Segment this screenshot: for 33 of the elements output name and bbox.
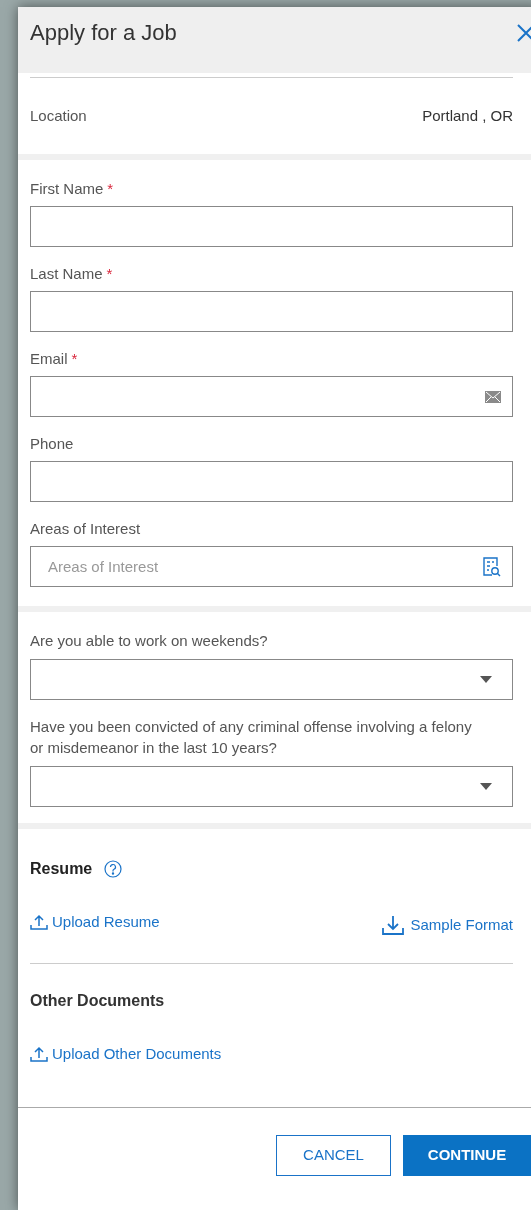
section-title: Resume [30, 859, 93, 879]
help-icon[interactable] [104, 860, 123, 878]
download-icon [382, 915, 405, 936]
section-title: Other Documents [30, 990, 166, 1011]
field-label: Email * [30, 350, 79, 368]
location-label: Location [30, 105, 87, 126]
dropdown[interactable] [30, 659, 513, 700]
dropdown[interactable] [30, 766, 513, 807]
location-value: Portland , OR [422, 105, 513, 126]
field-label: First Name * [30, 180, 115, 198]
dialog-title: Apply for a Job [30, 19, 177, 47]
upload-icon [30, 914, 48, 931]
list-search-icon [483, 556, 501, 577]
dropdown-caret-icon [480, 676, 492, 683]
upload-documents-link[interactable]: Upload Other Documents [30, 1042, 222, 1065]
question-label: Have you been convicted of any criminal offense involving a felony or misdemeanor in the last 10 years? [30, 717, 473, 758]
close-icon[interactable] [515, 22, 531, 44]
dropdown-caret-icon [480, 783, 492, 790]
input-field[interactable] [30, 291, 513, 332]
input-field[interactable] [30, 376, 513, 417]
input-field[interactable] [30, 461, 513, 502]
cancel-button[interactable]: CANCEL [276, 1134, 391, 1176]
envelope-icon [485, 390, 501, 403]
field-label: Phone [30, 435, 75, 453]
field-label: Areas of Interest [30, 520, 142, 538]
upload-resume-link[interactable]: Upload Resume [30, 911, 160, 934]
sample-format-link[interactable]: Sample Format [382, 914, 513, 937]
upload-icon [30, 1045, 48, 1062]
input-field[interactable]: Areas of Interest [30, 546, 513, 587]
field-label: Last Name * [30, 265, 114, 283]
input-field[interactable] [30, 206, 513, 247]
question-label: Are you able to work on weekends? [30, 631, 269, 651]
continue-button[interactable]: CONTINUE [403, 1134, 531, 1176]
